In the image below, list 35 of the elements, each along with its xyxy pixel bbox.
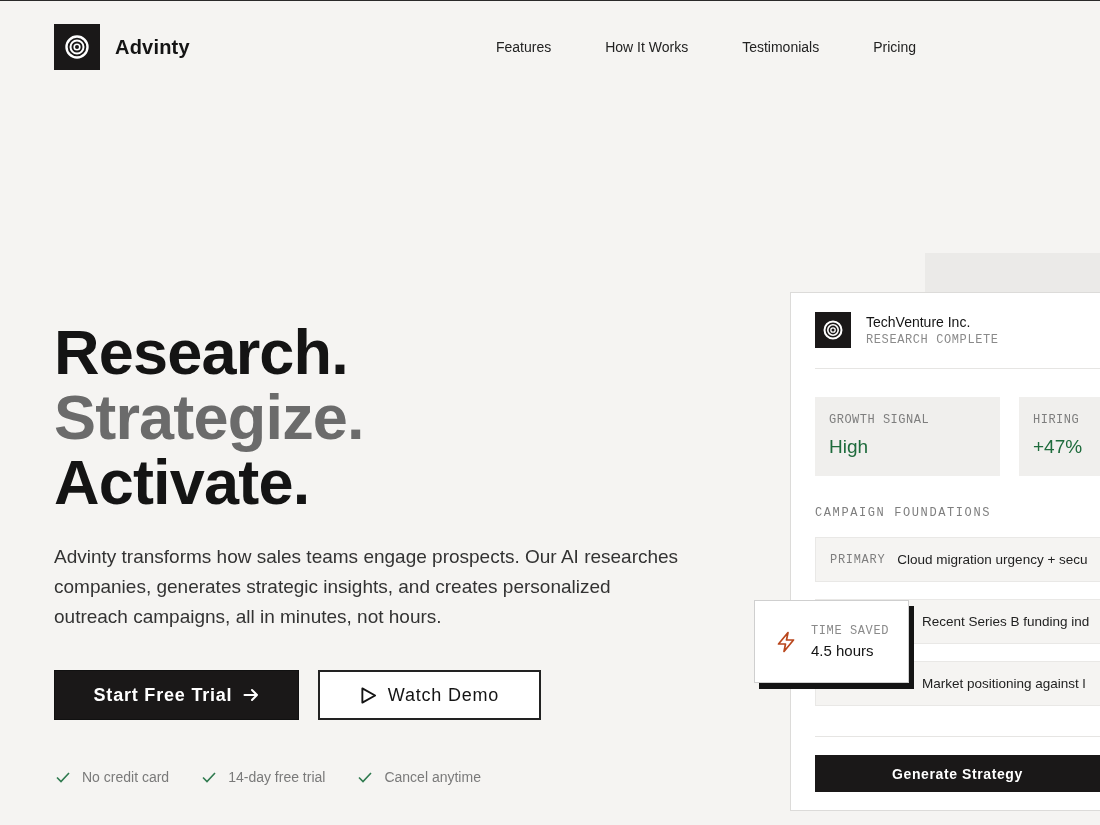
metric-value: High xyxy=(829,436,870,458)
nav-link[interactable]: Pricing xyxy=(873,39,916,55)
nav-link[interactable]: Testimonials xyxy=(742,39,820,55)
check-icon xyxy=(56,771,70,783)
nav-link[interactable]: Features xyxy=(495,39,552,55)
brand-name: Advinty xyxy=(115,35,190,59)
section-label: CAMPAIGN FOUNDATIONS xyxy=(815,506,993,520)
row-text: Cloud migration urgency + secu xyxy=(897,552,1088,567)
watch-demo-button[interactable]: Watch Demo xyxy=(318,670,541,720)
time-saved-label: TIME SAVED xyxy=(811,624,889,638)
start-trial-button[interactable]: Start Free Trial xyxy=(54,670,299,720)
company-logo-icon xyxy=(815,312,851,348)
nav-link[interactable]: How It Works xyxy=(605,39,689,55)
generate-strategy-button[interactable]: Generate Strategy xyxy=(815,755,1100,792)
check-icon xyxy=(358,771,373,783)
lightning-icon xyxy=(776,630,796,653)
perk-text: 14-day free trial xyxy=(228,769,326,785)
status-label: RESEARCH COMPLETE xyxy=(866,332,999,347)
row-text: Market positioning against l xyxy=(922,676,1086,691)
headline-line: Research. xyxy=(54,320,348,385)
time-saved-value: 4.5 hours xyxy=(811,642,875,659)
metric-label: HIRING xyxy=(1033,413,1081,427)
arrow-right-icon xyxy=(243,687,260,703)
logo-icon xyxy=(54,24,100,70)
hero-description: Advinty transforms how sales teams engage prospects. Our AI researches companies, generates strategic insights, and creates personalized outreach campaigns, all in minutes, not hours. xyxy=(54,545,680,629)
row-label: PRIMARY xyxy=(830,552,886,567)
row-text: Recent Series B funding ind xyxy=(922,614,1090,629)
headline-line: Strategize. xyxy=(54,385,364,450)
check-icon xyxy=(202,771,217,783)
company-name: TechVenture Inc. xyxy=(866,313,972,330)
play-icon xyxy=(359,685,377,705)
metric-label: GROWTH SIGNAL xyxy=(829,413,931,427)
metric-value: +47% xyxy=(1033,436,1084,458)
perk-text: No credit card xyxy=(82,769,170,785)
perk-text: Cancel anytime xyxy=(384,769,481,785)
